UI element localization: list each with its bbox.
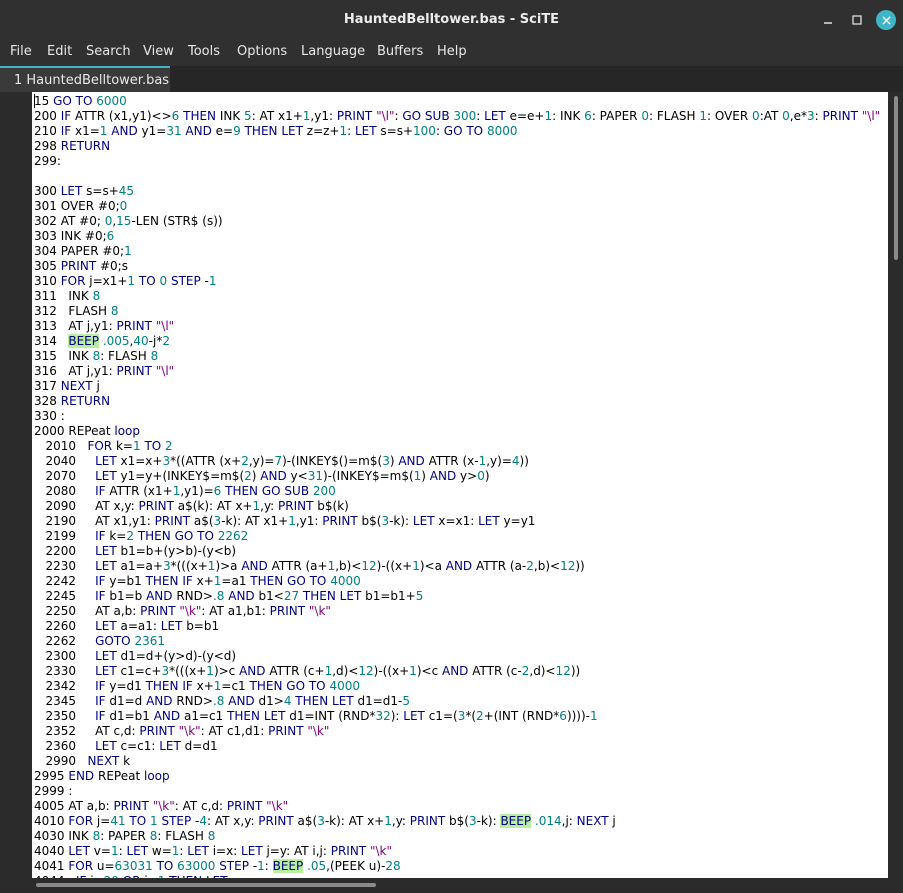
code-line: 4040 LET v=1: LET w=1: LET i=x: LET j=y:… <box>34 844 392 858</box>
menu-edit[interactable]: Edit <box>47 44 72 59</box>
code-line: 315 INK 8: FLASH 8 <box>34 349 159 363</box>
horizontal-scroll-thumb[interactable] <box>36 883 376 887</box>
code-line: 310 FOR j=x1+1 TO 0 STEP -1 <box>34 274 217 288</box>
code-line: 2190 AT x1,y1: PRINT a$(3-k): AT x1+1,y1… <box>45 514 536 528</box>
code-line: 2245 IF b1=b AND RND>.8 AND b1<27 THEN L… <box>45 589 424 603</box>
menu-search[interactable]: Search <box>86 44 131 59</box>
code-line: 2250 AT a,b: PRINT "\k": AT a1,b1: PRINT… <box>45 604 331 618</box>
window-title: HauntedBelltower.bas - SciTE <box>343 12 560 27</box>
code-line: 2010 FOR k=1 TO 2 <box>45 439 173 453</box>
code-line: 2080 IF ATTR (x1+1,y1)=6 THEN GO SUB 200 <box>45 484 336 498</box>
code-line: 2352 AT c,d: PRINT "\k": AT c1,d1: PRINT… <box>45 724 330 738</box>
code-line: 2999 : <box>34 784 73 798</box>
code-line: 302 AT #0; 0,15-LEN (STR$ (s)) <box>34 214 223 228</box>
menu-language[interactable]: Language <box>301 44 365 59</box>
code-line: 4010 FOR j=41 TO 1 STEP -4: AT x,y: PRIN… <box>34 814 616 828</box>
code-line: 2070 LET y1=y+(INKEY$=m$(2) AND y<31)-(I… <box>45 469 490 483</box>
code-line: 2995 END REPeat loop <box>34 769 170 783</box>
code-line: 2000 REPeat loop <box>34 424 140 438</box>
code-line: 311 INK 8 <box>34 289 101 303</box>
code-line: 210 IF x1=1 AND y1=31 AND e=9 THEN LET z… <box>34 124 518 138</box>
code-line: 2330 LET c1=c+3*(((x+1)>c AND ATTR (c+1,… <box>45 664 581 678</box>
code-area[interactable]: 15 GO TO 6000 200 IF ATTR (x1,y1)<>6 THEN… <box>32 92 888 878</box>
code-line: 200 IF ATTR (x1,y1)<>6 THEN INK 5: AT x1… <box>34 109 881 123</box>
code-line: 2345 IF d1=d AND RND>.8 AND d1>4 THEN LE… <box>45 694 410 708</box>
code-line: 4005 AT a,b: PRINT "\k": AT c,d: PRINT "… <box>34 799 289 813</box>
code-line: 301 OVER #0;0 <box>34 199 128 213</box>
code-line: 2040 LET x1=x+3*((ATTR (x+2,y)=7)-(INKEY… <box>45 454 529 468</box>
code-line: 312 FLASH 8 <box>34 304 119 318</box>
code-line: 2990 NEXT k <box>45 754 131 768</box>
code-line: 15 GO TO 6000 <box>34 94 127 108</box>
menu-tools[interactable]: Tools <box>188 44 220 59</box>
code-line: 2300 LET d1=d+(y>d)-(y<d) <box>45 649 237 663</box>
code-line: 2262 GOTO 2361 <box>45 634 165 648</box>
code-line: 304 PAPER #0;1 <box>34 244 132 258</box>
code-line: 330 : <box>34 409 65 423</box>
code-line: 2199 IF k=2 THEN GO TO 2262 <box>45 529 249 543</box>
close-icon[interactable] <box>876 10 896 30</box>
menu-options[interactable]: Options <box>237 44 287 59</box>
vertical-scroll-thumb[interactable] <box>894 96 898 260</box>
horizontal-scrollbar[interactable] <box>0 878 888 893</box>
code-line: 2230 LET a1=a+3*(((x+1)>a AND ATTR (a+1,… <box>45 559 585 573</box>
editor-pane: 15 GO TO 6000 200 IF ATTR (x1,y1)<>6 THEN… <box>0 92 893 878</box>
code-line: 2350 IF d1=b1 AND a1=c1 THEN LET d1=INT … <box>45 709 598 723</box>
menu-buffers[interactable]: Buffers <box>377 44 423 59</box>
tab-bar: 1 HauntedBelltower.bas <box>0 66 903 92</box>
code-line: 328 RETURN <box>34 394 111 408</box>
code-line: 4041 FOR u=63031 TO 63000 STEP -1: BEEP … <box>34 859 401 873</box>
menu-file[interactable]: File <box>10 44 32 59</box>
code-line: 2360 LET c=c1: LET d=d1 <box>45 739 218 753</box>
code-line: 300 LET s=s+45 <box>34 184 135 198</box>
minimize-icon[interactable] <box>818 10 838 30</box>
code-line: 298 RETURN <box>34 139 111 153</box>
code-line: 316 AT j,y1: PRINT "\l" <box>34 364 175 378</box>
text-caret <box>34 94 35 108</box>
code-line: 313 AT j,y1: PRINT "\l" <box>34 319 175 333</box>
code-line: 4030 INK 8: PAPER 8: FLASH 8 <box>34 829 216 843</box>
code-line: 314 BEEP .005,40-j*2 <box>34 334 170 348</box>
menu-help[interactable]: Help <box>437 44 467 59</box>
code-line: 299: <box>34 154 61 168</box>
code-line: 2260 LET a=a1: LET b=b1 <box>45 619 220 633</box>
code-line: 305 PRINT #0;s <box>34 259 128 273</box>
code-line: 317 NEXT j <box>34 379 100 393</box>
maximize-icon[interactable] <box>847 10 867 30</box>
tab-hauntedbelltower[interactable]: 1 HauntedBelltower.bas <box>0 66 170 92</box>
menu-view[interactable]: View <box>143 44 174 59</box>
code-line: 2200 LET b1=b+(y>b)-(y<b) <box>45 544 237 558</box>
menu-bar: File Edit Search View Tools Options Lang… <box>0 40 903 66</box>
editor-gutter <box>0 92 32 878</box>
code-line: 2342 IF y=d1 THEN IF x+1=c1 THEN GO TO 4… <box>45 679 360 693</box>
vertical-scrollbar[interactable] <box>888 92 903 878</box>
title-bar: HauntedBelltower.bas - SciTE <box>0 0 903 40</box>
code-line: 303 INK #0;6 <box>34 229 115 243</box>
code-line: 2242 IF y=b1 THEN IF x+1=a1 THEN GO TO 4… <box>45 574 361 588</box>
code-line: 2090 AT x,y: PRINT a$(k): AT x+1,y: PRIN… <box>45 499 349 513</box>
